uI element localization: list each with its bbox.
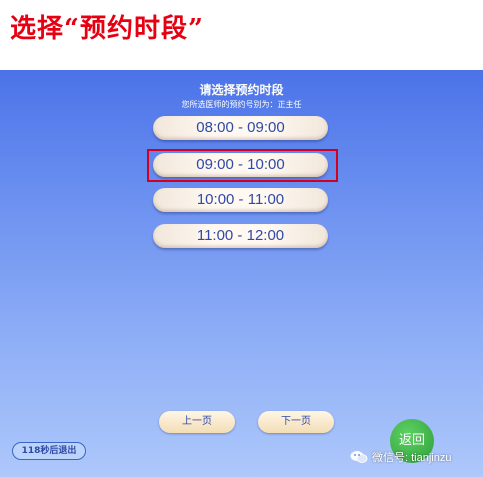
time-slot-button[interactable]: 08:00 - 09:00 [153,116,328,140]
countdown-timer: 118秒后退出 [12,442,86,460]
selection-highlight [147,149,338,182]
watermark: 微信号: tianjinzu [350,447,483,467]
wechat-icon [350,451,368,463]
next-page-button[interactable]: 下一页 [258,411,334,433]
screen-subtitle: 您所选医师的预约号别为：正主任 [181,100,302,109]
time-slot-button[interactable]: 11:00 - 12:00 [153,224,328,248]
prev-page-button[interactable]: 上一页 [159,411,235,433]
watermark-text: 微信号: tianjinzu [372,452,452,464]
time-slot-button[interactable]: 10:00 - 11:00 [153,188,328,212]
page-caption: 选择“预约时段” [10,14,204,44]
screen-title: 请选择预约时段 [199,83,284,97]
kiosk-screen: 请选择预约时段 您所选医师的预约号别为：正主任 08:00 - 09:00 09… [0,70,483,477]
